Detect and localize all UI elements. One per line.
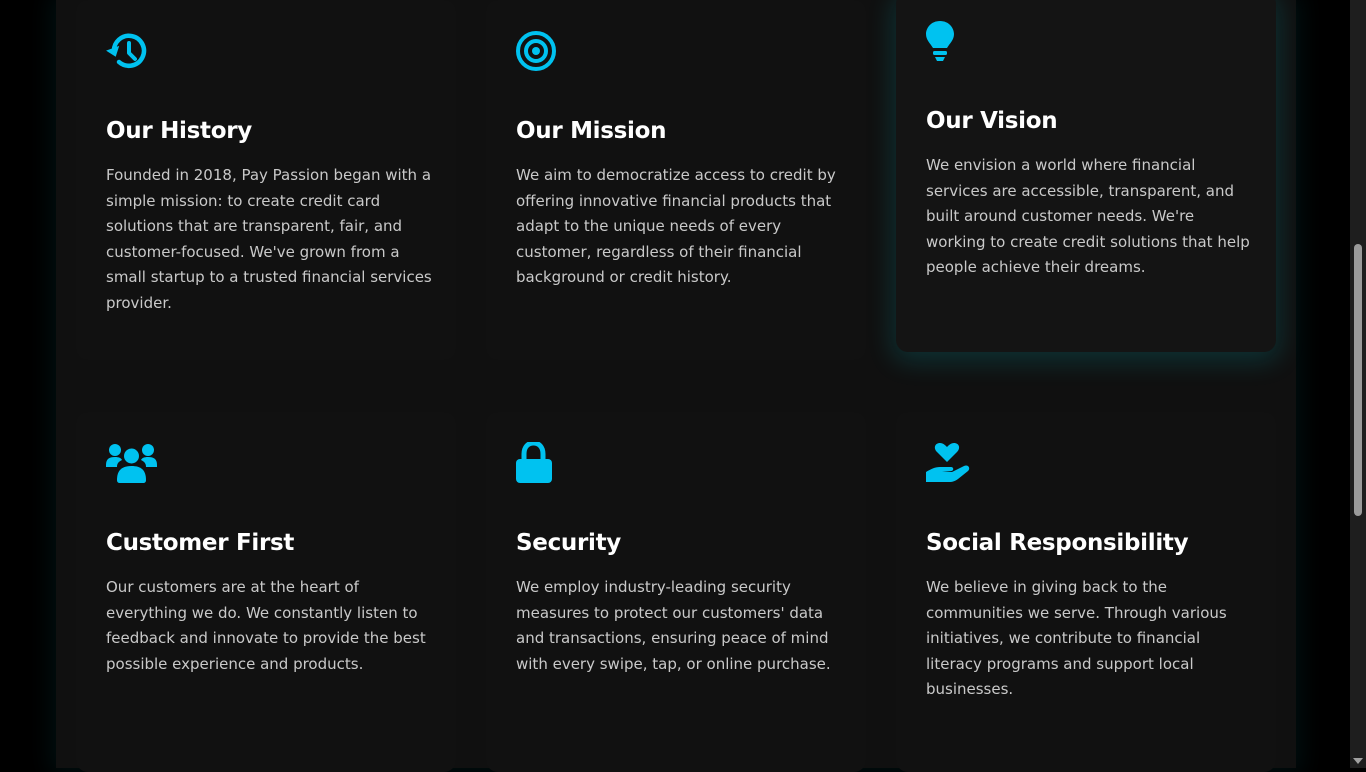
card-description: Founded in 2018, Pay Passion began with …: [106, 166, 432, 312]
card-description: Our customers are at the heart of everyt…: [106, 578, 426, 673]
card-title: Our Vision: [926, 108, 1058, 134]
card-security: Security We employ industry-leading secu…: [486, 412, 866, 772]
card-our-vision: Our Vision We envision a world where fin…: [896, 0, 1276, 352]
card-description: We employ industry-leading security meas…: [516, 578, 831, 673]
history-icon: [106, 30, 156, 80]
lightbulb-icon: [926, 20, 976, 70]
card-our-mission: Our Mission We aim to democratize access…: [486, 0, 866, 360]
scroll-down-arrow-icon[interactable]: [1353, 758, 1363, 764]
hand-holding-heart-icon: [926, 442, 976, 492]
card-title: Social Responsibility: [926, 530, 1189, 556]
card-title: Customer First: [106, 530, 295, 556]
scrollbar[interactable]: [1350, 0, 1366, 768]
users-icon: [106, 442, 157, 492]
card-title: Our Mission: [516, 118, 667, 144]
card-description: We believe in giving back to the communi…: [926, 578, 1227, 698]
card-description: We aim to democratize access to credit b…: [516, 166, 836, 286]
lock-icon: [516, 442, 566, 492]
card-title: Our History: [106, 118, 252, 144]
card-customer-first: Customer First Our customers are at the …: [76, 412, 456, 772]
scrollbar-thumb[interactable]: [1354, 244, 1362, 516]
page: Our History Founded in 2018, Pay Passion…: [0, 0, 1366, 772]
card-title: Security: [516, 530, 621, 556]
target-icon: [516, 30, 566, 80]
card-social-responsibility: Social Responsibility We believe in givi…: [896, 412, 1276, 772]
card-our-history: Our History Founded in 2018, Pay Passion…: [76, 0, 456, 360]
card-description: We envision a world where financial serv…: [926, 156, 1250, 276]
